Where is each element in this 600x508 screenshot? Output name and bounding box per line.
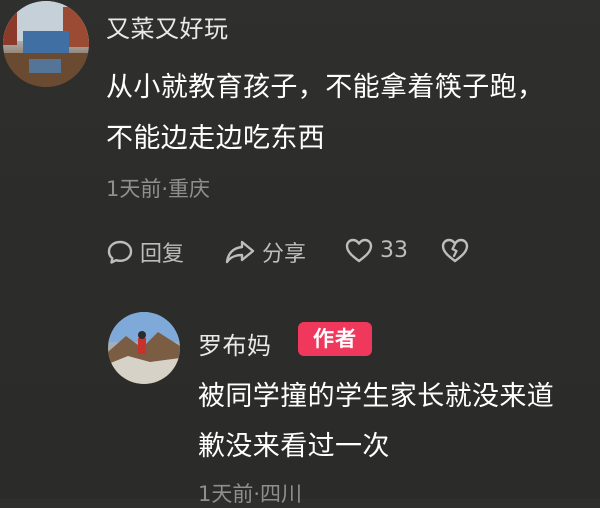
author-badge: 作者 <box>298 322 372 356</box>
like-count: 33 <box>380 237 408 263</box>
reply-text-line-2: 歉没来看过一次 <box>198 431 390 462</box>
avatar-landscape-image <box>3 1 89 87</box>
share-label: 分享 <box>262 242 307 267</box>
comment-text-line-2: 不能边走边吃东西 <box>106 123 326 154</box>
dislike-button[interactable] <box>440 236 470 264</box>
reply-user-avatar[interactable] <box>108 312 180 384</box>
reply-text-line-1: 被同学撞的学生家长就没来道 <box>198 381 555 412</box>
broken-heart-icon <box>441 238 469 263</box>
reply-label: 回复 <box>140 242 185 267</box>
share-arrow-icon <box>225 240 255 264</box>
share-button[interactable]: 分享 <box>224 236 306 268</box>
avatar-mountain-image <box>108 312 180 384</box>
comment-username[interactable]: 又菜又好玩 <box>106 9 229 44</box>
reply-bubble-icon <box>107 240 133 264</box>
heart-icon <box>345 238 373 263</box>
comment-text-line-1: 从小就教育孩子，不能拿着筷子跑， <box>106 72 545 103</box>
reply-button[interactable]: 回复 <box>106 236 184 268</box>
user-avatar[interactable] <box>3 1 89 87</box>
reply-meta: 1天前·四川 <box>198 482 303 506</box>
reply-username[interactable]: 罗布妈 <box>198 326 272 361</box>
like-button[interactable]: 33 <box>344 236 408 264</box>
comment-meta: 1天前·重庆 <box>106 177 211 201</box>
